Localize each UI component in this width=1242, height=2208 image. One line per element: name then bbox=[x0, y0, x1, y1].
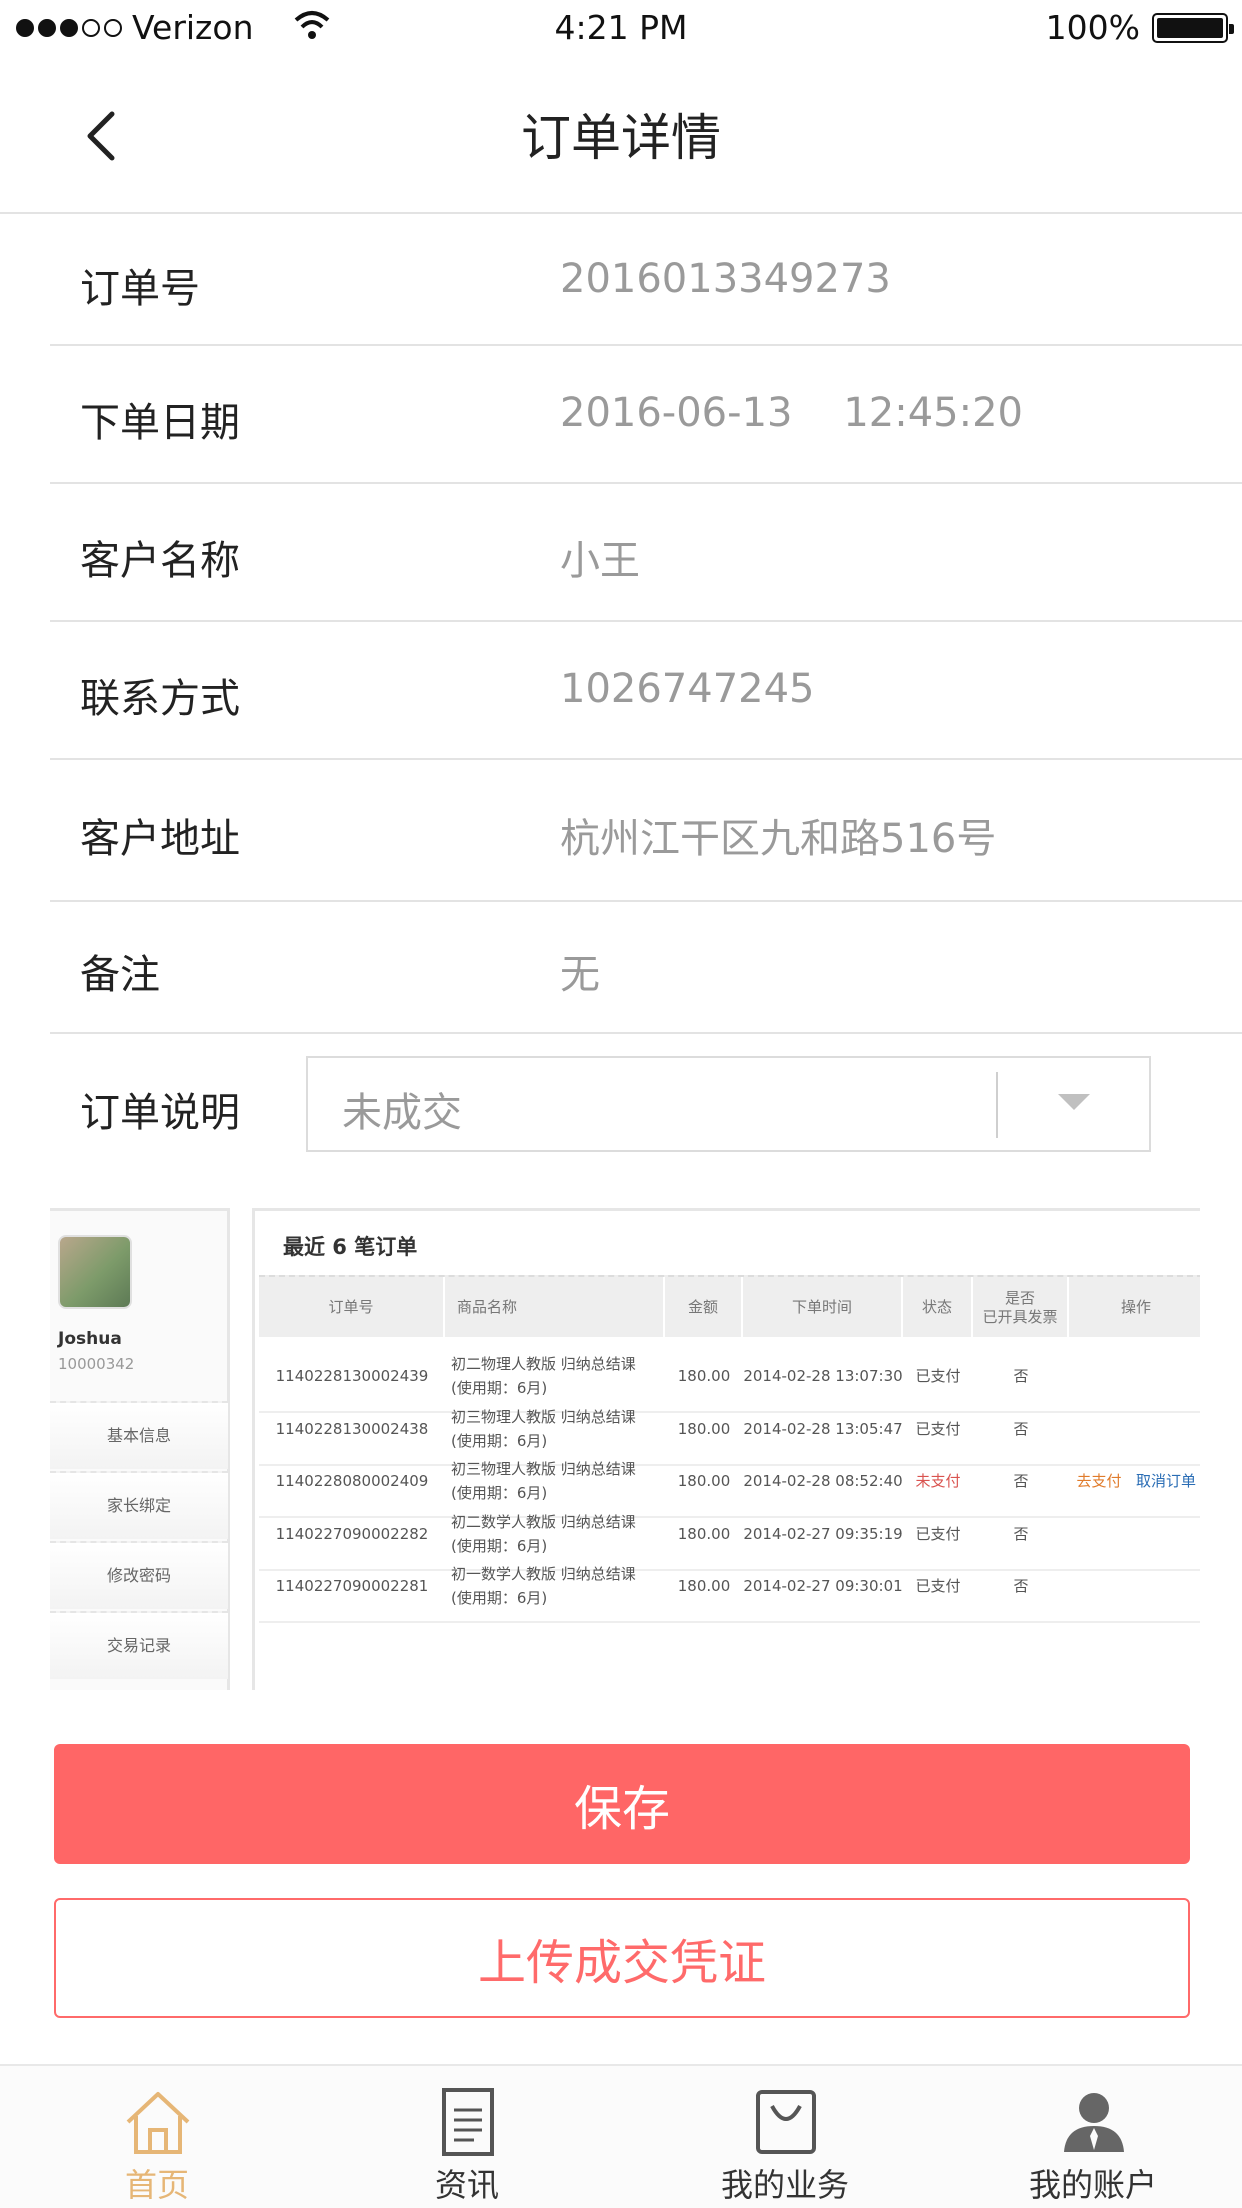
tab-home-label: 首页 bbox=[124, 2166, 189, 2204]
embedded-table-title: 最近 6 笔订单 bbox=[283, 1235, 418, 1259]
order-status-label: 订单说明 bbox=[80, 1090, 240, 1136]
tab-home[interactable]: 首页 bbox=[2, 2066, 312, 2208]
user-icon bbox=[1064, 2093, 1124, 2152]
cell-amount: 180.00 bbox=[677, 1577, 731, 1595]
table-row: 1140227090002281 初一数学人教版 归纳总结课 (使用期：6月) 18… bbox=[259, 1549, 1200, 1623]
contact-value: 1026747245 bbox=[560, 666, 815, 712]
remark-row: 备注 无 bbox=[50, 902, 1242, 1034]
tab-news-label: 资讯 bbox=[434, 2166, 499, 2204]
tab-business-label: 我的业务 bbox=[720, 2166, 849, 2204]
tab-account-label: 我的账户 bbox=[1028, 2166, 1157, 2204]
order-screenshot-image: Joshua 10000342 基本信息 家长绑定 修改密码 交易记录 最近 6… bbox=[50, 1208, 1200, 1690]
address-label: 客户地址 bbox=[80, 816, 240, 862]
th-status: 状态 bbox=[903, 1277, 973, 1339]
home-icon bbox=[126, 2092, 190, 2154]
battery-percent: 100% bbox=[1045, 8, 1140, 47]
th-time: 下单时间 bbox=[743, 1277, 903, 1339]
page-title: 订单详情 bbox=[521, 109, 721, 167]
cell-id: 1140227090002281 bbox=[275, 1577, 429, 1595]
cell-pay[interactable] bbox=[1069, 1549, 1129, 1623]
th-action: 操作 bbox=[1120, 1298, 1151, 1317]
address-value: 杭州江干区九和路516号 bbox=[560, 816, 997, 862]
embedded-table-header: 订单号 商品名称 金额 下单时间 状态 是否 已开具发票 操作 bbox=[259, 1275, 1200, 1339]
embedded-sidebar: Joshua 10000342 基本信息 家长绑定 修改密码 交易记录 bbox=[50, 1208, 230, 1690]
cell-name: 初一数学人教版 归纳总结课 (使用期：6月) bbox=[451, 1565, 636, 1607]
order-date-value: 2016-06-13 12:45:20 bbox=[560, 390, 1023, 436]
order-number-label: 订单号 bbox=[80, 266, 200, 312]
th-amount: 金额 bbox=[665, 1277, 743, 1339]
embedded-menu-item: 家长绑定 bbox=[50, 1471, 228, 1539]
tab-business[interactable]: 我的业务 bbox=[630, 2066, 940, 2208]
embedded-order-table: 最近 6 笔订单 订单号 商品名称 金额 下单时间 状态 是否 已开具发票 操作… bbox=[252, 1208, 1200, 1690]
remark-value: 无 bbox=[560, 952, 600, 998]
th-invoice: 是否 已开具发票 bbox=[973, 1277, 1069, 1339]
address-row: 客户地址 杭州江干区九和路516号 bbox=[50, 760, 1242, 902]
remark-label: 备注 bbox=[80, 952, 160, 998]
cell-cancel[interactable] bbox=[1129, 1549, 1200, 1623]
order-date-label: 下单日期 bbox=[80, 400, 240, 446]
embedded-username: Joshua bbox=[58, 1329, 122, 1349]
embedded-menu-item: 基本信息 bbox=[50, 1401, 228, 1469]
select-divider bbox=[996, 1072, 998, 1138]
th-order-id: 订单号 bbox=[259, 1277, 445, 1339]
cell-invoice: 否 bbox=[1013, 1577, 1029, 1595]
cell-status: 已支付 bbox=[915, 1577, 961, 1595]
contact-label: 联系方式 bbox=[80, 676, 240, 722]
th-product: 商品名称 bbox=[445, 1277, 665, 1339]
bag-icon bbox=[756, 2090, 816, 2154]
customer-name-row: 客户名称 小王 bbox=[50, 484, 1242, 622]
tab-news[interactable]: 资讯 bbox=[312, 2066, 622, 2208]
news-icon bbox=[442, 2088, 494, 2156]
order-status-value: 未成交 bbox=[342, 1090, 462, 1136]
battery-icon bbox=[1152, 12, 1234, 43]
tab-account[interactable]: 我的账户 bbox=[938, 2066, 1242, 2208]
contact-row: 联系方式 1026747245 bbox=[50, 622, 1242, 760]
embedded-menu-item: 修改密码 bbox=[50, 1541, 228, 1609]
customer-name-label: 客户名称 bbox=[80, 538, 240, 584]
tab-bar: 首页 资讯 我的业务 我的账户 bbox=[0, 2064, 1242, 2208]
embedded-menu-item: 交易记录 bbox=[50, 1611, 228, 1679]
avatar bbox=[58, 1235, 132, 1309]
customer-name-value: 小王 bbox=[560, 538, 640, 584]
upload-proof-button[interactable]: 上传成交凭证 bbox=[54, 1898, 1190, 2018]
order-number-value: 2016013349273 bbox=[560, 256, 891, 302]
cell-time: 2014-02-27 09:30:01 bbox=[743, 1577, 903, 1595]
dropdown-caret-icon[interactable] bbox=[1058, 1094, 1090, 1110]
order-number-row: 订单号 2016013349273 bbox=[50, 214, 1242, 346]
order-date-row: 下单日期 2016-06-13 12:45:20 bbox=[50, 346, 1242, 484]
save-button[interactable]: 保存 bbox=[54, 1744, 1190, 1864]
embedded-user-id: 10000342 bbox=[58, 1355, 135, 1373]
order-status-select[interactable]: 未成交 bbox=[306, 1056, 1151, 1152]
nav-bar: 订单详情 bbox=[0, 56, 1242, 214]
battery-indicator: 100% bbox=[1045, 8, 1234, 47]
status-bar: Verizon 4:21 PM 100% bbox=[0, 0, 1242, 56]
